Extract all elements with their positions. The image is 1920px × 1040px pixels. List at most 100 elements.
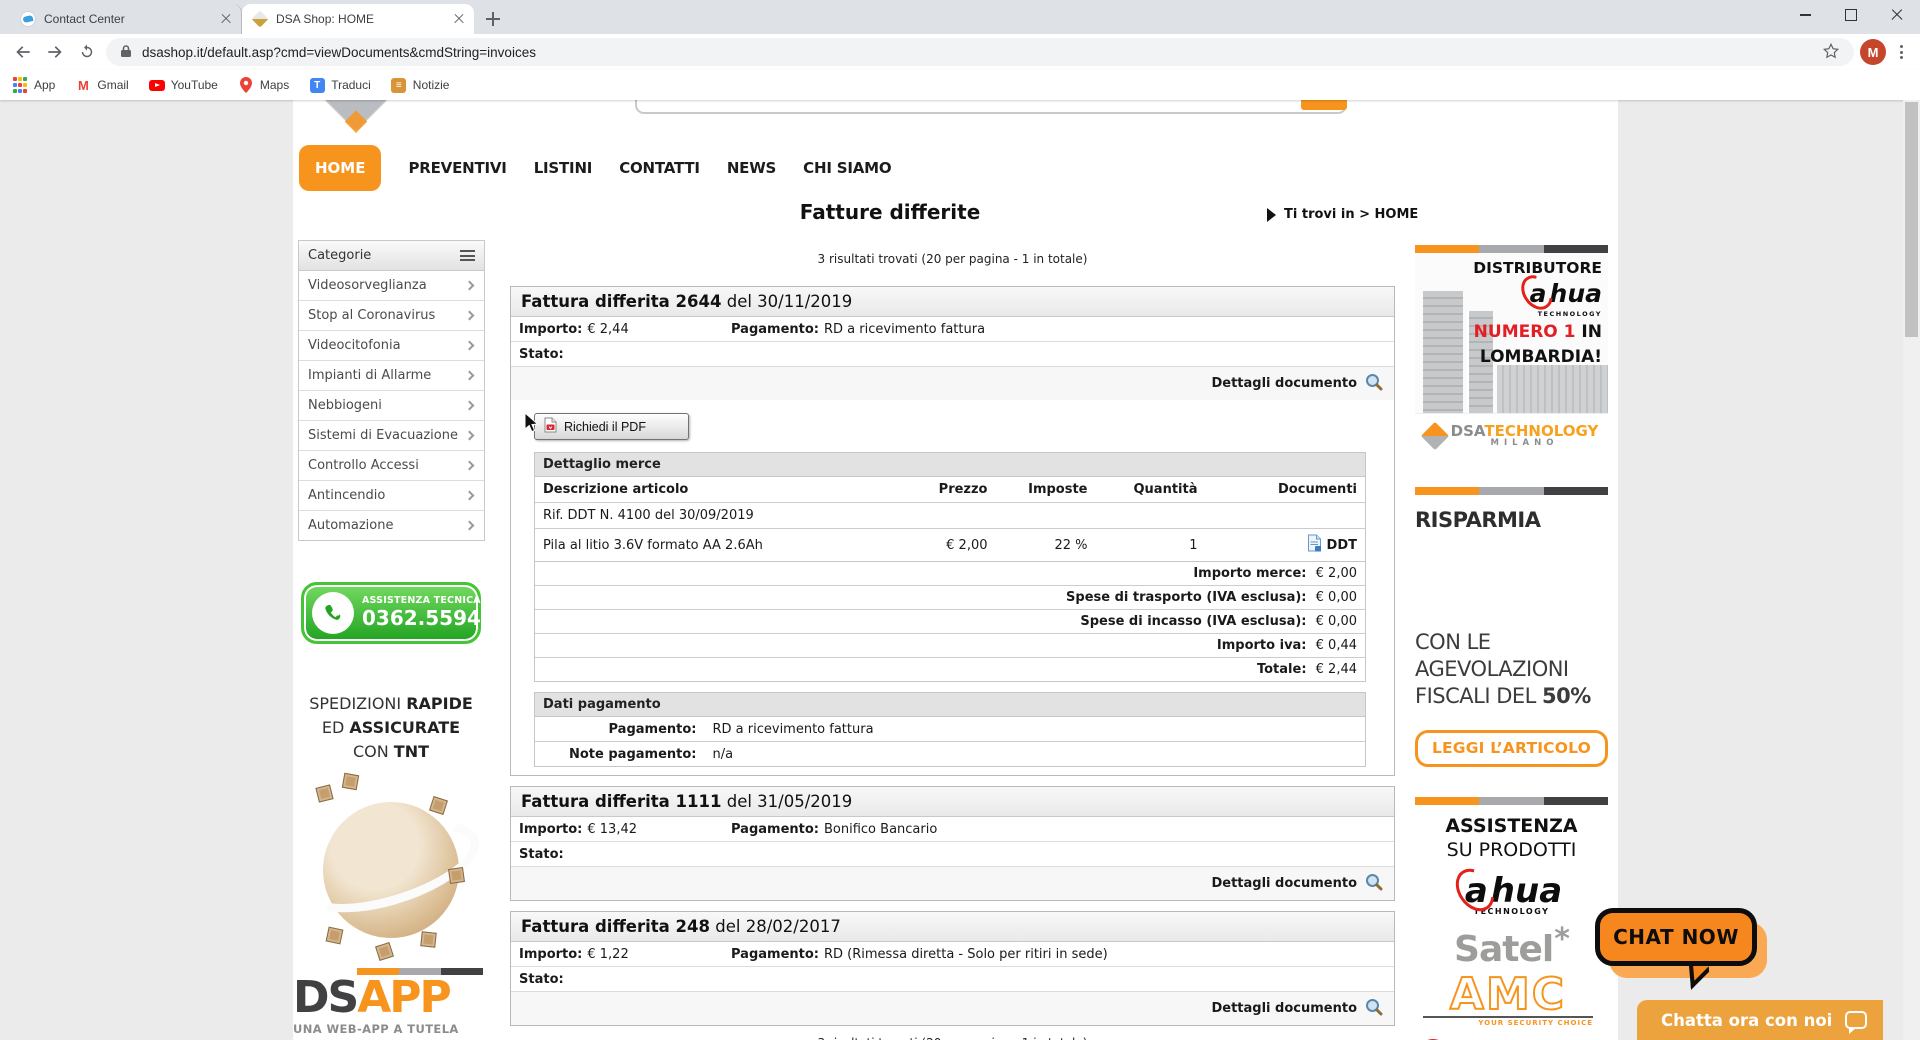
bookmark-apps[interactable]: App [12,77,55,93]
request-pdf-button[interactable]: Richiedi il PDF [534,413,689,440]
url-text[interactable]: dsashop.it/default.asp?cmd=viewDocuments… [142,45,1812,60]
invoice-amount-row: Importo: € 13,42 Pagamento: Bonifico Banca… [511,817,1394,842]
read-article-button[interactable]: LEGGI L’ARTICOLO [1415,729,1608,767]
item-price: € 2,00 [946,537,988,553]
banner-distributore-dahua[interactable]: DISTRIBUTORE a hua TECHNOLOGY NUMERO 1 IN… [1415,245,1608,457]
chat-bubble-icon [1845,1011,1867,1034]
gmail-icon: M [77,77,89,93]
scrollbar-thumb[interactable] [1905,102,1918,337]
magnifier-icon[interactable] [1364,997,1384,1021]
details-link[interactable]: Dettagli documento [1211,376,1357,391]
payment-row: Pagamento: RD a ricevimento fattura [534,717,1366,742]
magnifier-icon[interactable] [1364,872,1384,896]
sidebar-item-nebbiogeni[interactable]: Nebbiogeni [299,391,484,421]
satel-brand-logo[interactable]: Satel* [1415,922,1608,970]
invoice-payment: RD a ricevimento fattura [824,321,986,337]
chevron-right-icon [464,520,475,531]
sidebar-item-controllo-accessi[interactable]: Controllo Accessi [299,451,484,481]
nav-item-contatti[interactable]: CONTATTI [619,159,700,177]
chat-launcher-bar[interactable]: Chatta ora con noi [1637,1000,1883,1040]
page-scrollbar[interactable] [1903,100,1920,1040]
invoice-payment: RD (Rimessa diretta - Solo per ritiri in… [824,946,1108,962]
new-tab-button[interactable] [480,6,506,32]
sidebar-item-videosorveglianza[interactable]: Videosorveglianza [299,271,484,301]
url-bar[interactable]: dsashop.it/default.asp?cmd=viewDocuments… [106,38,1854,66]
amc-brand-logo[interactable]: AMC YOUR SECURITY CHOICE [1423,971,1593,1027]
nav-item-news[interactable]: NEWS [727,159,777,177]
sidebar-item-videocitofonia[interactable]: Videocitofonia [299,331,484,361]
maximize-button[interactable] [1828,0,1874,30]
reload-icon[interactable] [74,39,100,65]
invoice-details-row: Dettagli documento [511,867,1394,900]
tab-close-icon[interactable] [454,14,464,24]
nav-item-home[interactable]: HOME [299,145,382,191]
bookmark-maps[interactable]: Maps [238,77,289,93]
page-title: Fatture differite [799,200,981,224]
chat-now-label[interactable]: CHAT NOW [1595,908,1757,966]
axel-brand-logo[interactable]: AXEL [1415,1036,1608,1040]
browser-menu-icon[interactable] [1892,41,1910,63]
bookmark-youtube[interactable]: YouTube [148,77,218,93]
bookmark-traduci[interactable]: T Traduci [309,77,371,93]
breadcrumb-text[interactable]: Ti trovi in > HOME [1284,207,1418,222]
chevron-right-icon [464,430,475,441]
youtube-icon [148,77,165,93]
categories-header[interactable]: Categorie [299,241,484,271]
magnifier-icon[interactable] [1364,372,1384,396]
invoice-amount: € 1,22 [587,946,629,962]
forward-icon[interactable] [42,39,68,65]
totals-row: Spese di incasso (IVA esclusa): € 0,00 [534,609,1366,634]
minimize-button[interactable] [1782,0,1828,30]
results-count-top: 3 risultati trovati (20 per pagina - 1 i… [817,252,1088,266]
nav-item-listini[interactable]: LISTINI [534,159,593,177]
main-navigation: HOME PREVENTIVI LISTINI CONTATTI NEWS CH… [299,144,892,192]
totals-table: Importo merce: € 2,00 Spese di trasporto… [534,562,1366,682]
sidebar-item-sistemi-di-evacuazione[interactable]: Sistemi di Evacuazione [299,421,484,451]
window-close-button[interactable] [1874,0,1920,30]
lock-icon [120,44,132,61]
bookmark-star-icon[interactable] [1822,42,1840,63]
chat-bar-label: Chatta ora con noi [1661,1010,1833,1030]
tab-close-icon[interactable] [221,14,231,24]
details-link[interactable]: Dettagli documento [1211,876,1357,891]
bookmark-label: Traduci [331,78,371,92]
banner-building-image: DISTRIBUTORE a hua TECHNOLOGY NUMERO 1 IN… [1415,253,1608,413]
chevron-right-icon [464,400,475,411]
dahua-brand-logo[interactable]: ahua TECHNOLOGY [1415,871,1608,916]
dsa-shop-favicon [251,10,269,28]
chevron-right-icon [464,310,475,321]
ddt-link[interactable]: DDT [1327,538,1357,553]
whatsapp-assistance-badge[interactable]: ASSISTENZA TECNICA 0362.559468 [301,582,509,644]
invoice-amount: € 13,42 [587,821,637,837]
profile-avatar[interactable]: M [1860,39,1886,65]
back-icon[interactable] [10,39,36,65]
bookmark-label: YouTube [170,78,218,92]
sidebar-item-antincendio[interactable]: Antincendio [299,481,484,511]
apps-grid-icon [12,77,28,93]
chevron-right-icon [464,280,475,291]
nav-item-chi-siamo[interactable]: CHI SIAMO [803,159,891,177]
sidebar-item-impianti-di-allarme[interactable]: Impianti di Allarme [299,361,484,391]
sidebar-item-automazione[interactable]: Automazione [299,511,484,540]
dsa-cube-logo [323,100,389,132]
tab-dsa-shop[interactable]: DSA Shop: HOME [242,4,474,34]
breadcrumb: Ti trovi in > HOME [1267,207,1418,222]
invoice-header: Fattura differita 2644 del 30/11/2019 [511,287,1394,317]
ddt-document-icon[interactable] [1307,534,1322,556]
invoice-payment: Bonifico Bancario [824,821,938,837]
tab-contact-center[interactable]: Contact Center [10,4,242,34]
invoice-amount: € 2,44 [587,321,629,337]
chat-now-bubble[interactable]: CHAT NOW [1595,908,1777,1000]
sidebar-item-stop-al-coronavirus[interactable]: Stop al Coronavirus [299,301,484,331]
bookmark-gmail[interactable]: M Gmail [75,77,129,93]
site-search-input[interactable] [635,100,1347,114]
pdf-icon [544,417,557,436]
dahua-logo: a hua [1473,278,1602,309]
details-link[interactable]: Dettagli documento [1211,1001,1357,1016]
nav-item-preventivi[interactable]: PREVENTIVI [408,159,506,177]
maps-pin-icon [238,77,254,93]
site-search-button[interactable] [1301,100,1347,110]
banner-assistenza-prodotti: ASSISTENZA SU PRODOTTI ahua TECHNOLOGY S… [1415,796,1608,1040]
bookmark-notizie[interactable]: ≡ Notizie [391,77,449,93]
tricolor-bar [1415,245,1608,253]
